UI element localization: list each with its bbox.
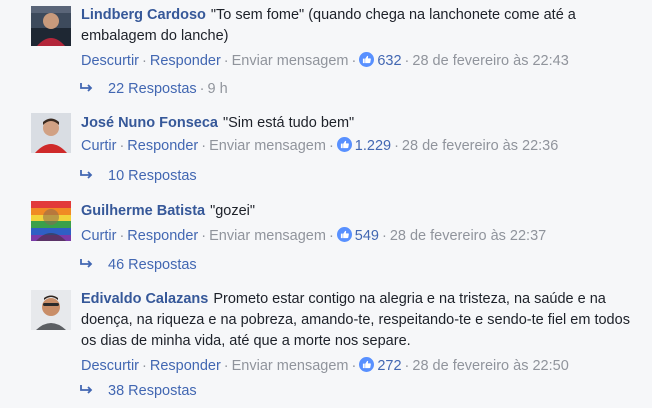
separator: · (199, 81, 205, 97)
reply-arrow-icon (80, 170, 93, 179)
separator: · (201, 228, 207, 244)
view-replies-link[interactable]: 38 Respostas (80, 381, 197, 402)
thumbs-up-icon (336, 227, 352, 242)
reply-arrow-icon (80, 259, 93, 268)
separator: · (119, 138, 125, 154)
reply-link[interactable]: Responder (150, 53, 221, 69)
separator: · (404, 358, 410, 374)
unlike-link[interactable]: Descurtir (81, 53, 139, 69)
separator: · (223, 53, 229, 69)
comment-body: "gozei" (210, 203, 256, 219)
reply-time: 9 h (207, 81, 228, 97)
separator: · (328, 228, 334, 244)
separator: · (142, 358, 147, 374)
view-replies-link[interactable]: 22 Respostas · 9 h (80, 79, 228, 100)
comment-text: Lindberg Cardoso "To sem fome" (quando ch… (81, 5, 632, 47)
comment-author[interactable]: Guilherme Batista (81, 203, 205, 219)
send-message-link[interactable]: Enviar mensagem (232, 53, 349, 69)
separator: · (328, 138, 334, 154)
comment-timestamp[interactable]: 28 de fevereiro às 22:37 (390, 228, 546, 244)
separator: · (394, 138, 399, 154)
view-replies-link[interactable]: 46 Respostas (80, 255, 197, 276)
comment-actions: Curtir · Responder · Enviar mensagem · 1.229 · 2… (81, 136, 632, 157)
comment-actions: Descurtir · Responder · Enviar mensagem · 632 ·… (81, 51, 632, 72)
avatar-photo (31, 201, 71, 241)
send-message-link[interactable]: Enviar mensagem (232, 358, 349, 374)
separator: · (351, 53, 357, 69)
comment-author[interactable]: Edivaldo Calazans (81, 291, 208, 307)
reply-arrow-icon (80, 385, 93, 394)
avatar-photo (31, 113, 71, 153)
replies-count[interactable]: 10 Respostas (108, 168, 197, 184)
reply-link[interactable]: Responder (150, 358, 221, 374)
thumbs-up-icon (359, 357, 375, 372)
separator: · (142, 53, 147, 69)
comment-thread: Lindberg Cardoso "To sem fome" (quando ch… (0, 0, 652, 408)
comment-timestamp[interactable]: 28 de fevereiro às 22:43 (412, 53, 568, 69)
reply-link[interactable]: Responder (127, 138, 198, 154)
avatar[interactable] (31, 113, 71, 153)
comment-author[interactable]: Lindberg Cardoso (81, 7, 206, 23)
like-link[interactable]: Curtir (81, 138, 116, 154)
comment-author[interactable]: José Nuno Fonseca (81, 115, 218, 131)
avatar[interactable] (31, 201, 71, 241)
comment-text: Guilherme Batista "gozei" (81, 201, 632, 222)
separator: · (223, 358, 229, 374)
unlike-link[interactable]: Descurtir (81, 358, 139, 374)
replies-count[interactable]: 22 Respostas (108, 81, 197, 97)
like-link[interactable]: Curtir (81, 228, 116, 244)
comment-text: José Nuno Fonseca "Sim está tudo bem" (81, 113, 632, 134)
separator: · (351, 358, 357, 374)
replies-count[interactable]: 38 Respostas (108, 383, 197, 399)
thumbs-up-icon (336, 137, 352, 152)
send-message-link[interactable]: Enviar mensagem (209, 228, 326, 244)
view-replies-link[interactable]: 10 Respostas (80, 166, 197, 187)
replies-count[interactable]: 46 Respostas (108, 257, 197, 273)
comment-timestamp[interactable]: 28 de fevereiro às 22:50 (412, 358, 568, 374)
separator: · (201, 138, 207, 154)
avatar-photo (31, 290, 71, 330)
like-count[interactable]: 549 (355, 228, 379, 244)
comment-actions: Curtir · Responder · Enviar mensagem · 549 · 28 … (81, 226, 632, 247)
separator: · (404, 53, 410, 69)
comment-timestamp[interactable]: 28 de fevereiro às 22:36 (402, 138, 558, 154)
reply-arrow-icon (80, 83, 93, 92)
like-count[interactable]: 272 (377, 358, 401, 374)
separator: · (381, 228, 387, 244)
thumbs-up-icon (359, 52, 375, 67)
avatar-photo (31, 6, 71, 46)
avatar[interactable] (31, 290, 71, 330)
separator: · (119, 228, 125, 244)
comment-actions: Descurtir · Responder · Enviar mensagem · 272 ·… (81, 356, 632, 377)
like-count[interactable]: 632 (377, 53, 401, 69)
comment-text: Edivaldo Calazans Prometo estar contigo n… (81, 289, 632, 352)
avatar[interactable] (31, 6, 71, 46)
send-message-link[interactable]: Enviar mensagem (209, 138, 326, 154)
like-count[interactable]: 1.229 (355, 138, 391, 154)
comment-body: "Sim está tudo bem" (222, 115, 355, 131)
reply-link[interactable]: Responder (127, 228, 198, 244)
